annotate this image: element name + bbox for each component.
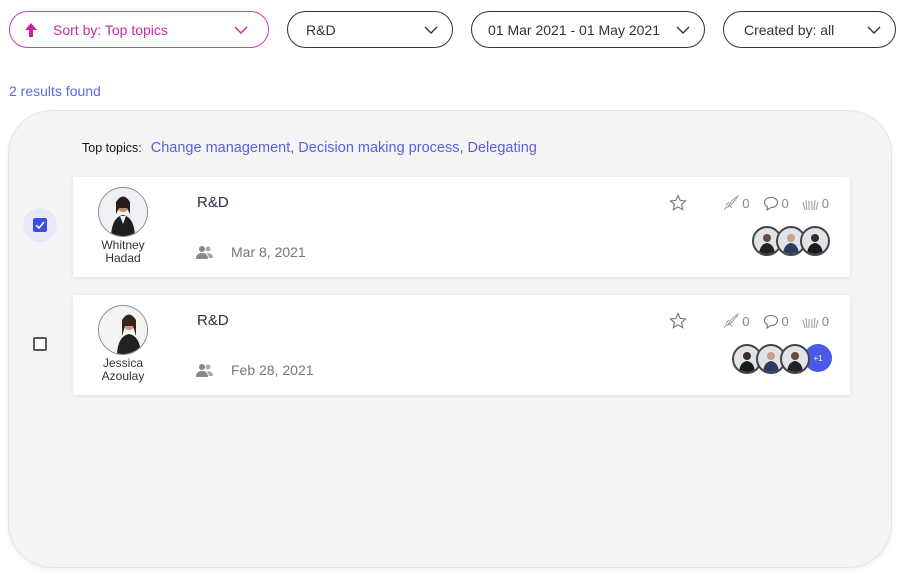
rocket-icon [723, 312, 740, 328]
checkmark-icon [35, 221, 45, 230]
author-name: Jessica Azoulay [83, 357, 163, 383]
chevron-down-icon [676, 26, 690, 34]
boost-count: 0 [742, 195, 750, 211]
arrow-up-icon [25, 22, 37, 37]
card-date: Feb 28, 2021 [231, 362, 314, 378]
chevron-down-icon [234, 26, 248, 34]
comment-stat[interactable]: 0 [763, 196, 789, 211]
clap-icon [802, 317, 819, 328]
author-block: Whitney Hadad [97, 187, 149, 265]
comment-count: 0 [781, 313, 789, 329]
people-icon [196, 364, 213, 377]
card-date: Mar 8, 2021 [231, 244, 306, 260]
comment-stat[interactable]: 0 [763, 314, 789, 329]
people-icon [196, 246, 213, 259]
boost-stat[interactable]: 0 [722, 194, 750, 212]
person-photo-icon [787, 352, 803, 372]
card-title[interactable]: R&D [197, 312, 229, 329]
participants[interactable]: +1 [732, 344, 832, 374]
chevron-down-icon [424, 26, 438, 34]
chevron-down-icon [867, 26, 881, 34]
card-stats: 0 0 0 [669, 194, 829, 212]
date-range-dropdown[interactable]: 01 Mar 2021 - 01 May 2021 [471, 11, 705, 48]
card-title[interactable]: R&D [197, 194, 229, 211]
avatar[interactable] [98, 187, 148, 237]
checkbox-highlight [23, 208, 57, 242]
top-topics-label: Top topics: [82, 141, 142, 155]
comment-count: 0 [781, 195, 789, 211]
clap-icon [802, 199, 819, 210]
clap-count: 0 [821, 313, 829, 329]
created-by-dropdown[interactable]: Created by: all [723, 11, 896, 48]
author-last-name: Hadad [105, 251, 141, 265]
card-stats: 0 0 0 [669, 312, 829, 330]
created-by-label: Created by: all [744, 21, 835, 38]
person-photo-icon [99, 188, 147, 236]
top-topics-value[interactable]: Change management, Decision making proce… [151, 140, 537, 156]
participant-avatar [780, 344, 810, 374]
star-icon[interactable] [669, 312, 688, 330]
card-checkbox-2[interactable] [33, 337, 47, 351]
comment-icon [763, 196, 778, 211]
comment-icon [763, 314, 778, 329]
sort-label: Sort by: Top topics [53, 21, 168, 38]
author-name: Whitney Hadad [83, 239, 163, 265]
result-card[interactable]: Jessica Azoulay R&D Feb 28, 2021 0 0 0 +… [73, 295, 850, 395]
boost-count: 0 [742, 313, 750, 329]
result-card[interactable]: Whitney Hadad R&D Mar 8, 2021 0 0 0 [73, 177, 850, 277]
card-checkbox-1[interactable] [33, 218, 47, 232]
sort-dropdown[interactable]: Sort by: Top topics [9, 11, 269, 48]
person-photo-icon [99, 306, 147, 354]
rocket-icon [723, 194, 740, 210]
results-count: 2 results found [9, 83, 101, 99]
boost-stat[interactable]: 0 [722, 312, 750, 330]
clap-stat[interactable]: 0 [802, 196, 829, 211]
author-block: Jessica Azoulay [97, 305, 149, 383]
department-dropdown[interactable]: R&D [287, 11, 453, 48]
star-icon[interactable] [669, 194, 688, 212]
date-range-label: 01 Mar 2021 - 01 May 2021 [488, 21, 660, 38]
department-label: R&D [306, 21, 336, 38]
participants[interactable] [752, 226, 830, 256]
top-topics: Top topics: Change management, Decision … [82, 140, 537, 156]
avatar[interactable] [98, 305, 148, 355]
author-last-name: Azoulay [101, 369, 145, 383]
participant-avatar [800, 226, 830, 256]
clap-count: 0 [821, 195, 829, 211]
person-photo-icon [807, 234, 823, 254]
clap-stat[interactable]: 0 [802, 314, 829, 329]
